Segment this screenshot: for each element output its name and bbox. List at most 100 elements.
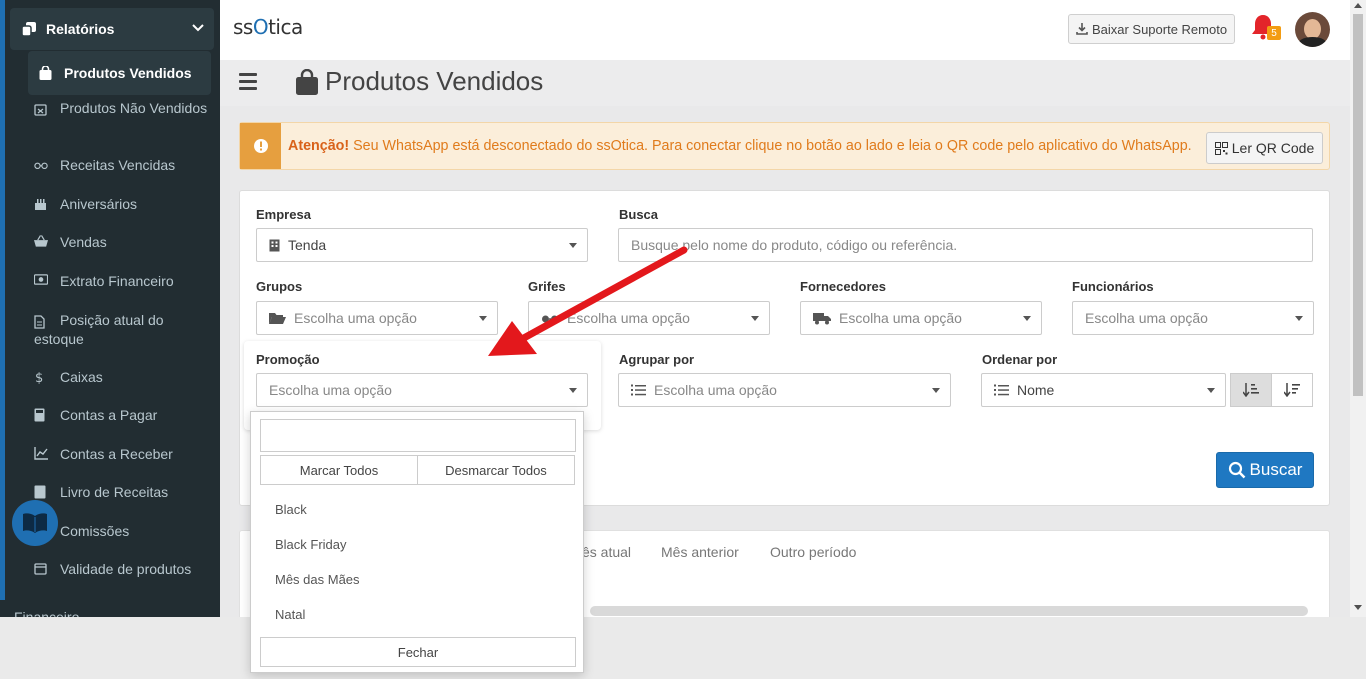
bottom-area bbox=[0, 617, 1366, 679]
qr-button-label: Ler QR Code bbox=[1231, 140, 1315, 156]
dropdown-option-natal[interactable]: Natal bbox=[275, 607, 305, 622]
search-input[interactable]: Busque pelo nome do produto, código ou r… bbox=[618, 228, 1313, 262]
file-icon bbox=[34, 315, 48, 329]
notifications-button[interactable]: 5 bbox=[1251, 14, 1281, 44]
ssotica-logo[interactable]: ssOtica bbox=[233, 15, 303, 39]
page-title-text: Produtos Vendidos bbox=[325, 66, 544, 96]
sidebar-item-contas-pagar[interactable]: Contas a Pagar bbox=[34, 406, 209, 425]
funcionarios-placeholder: Escolha uma opção bbox=[1085, 310, 1208, 326]
sidebar-item-label: Posição atual do estoque bbox=[34, 312, 164, 347]
caret-down-icon bbox=[1207, 388, 1215, 393]
list-ordered-icon bbox=[994, 384, 1009, 396]
copy-icon bbox=[22, 22, 38, 36]
ordenar-value: Nome bbox=[1017, 382, 1055, 398]
page-title: Produtos Vendidos bbox=[295, 66, 543, 97]
sidebar-item-vendas[interactable]: Vendas bbox=[34, 233, 209, 252]
agrupar-label: Agrupar por bbox=[619, 352, 695, 367]
promocao-label: Promoção bbox=[256, 352, 320, 367]
sidebar-item-validade-produtos[interactable]: Validade de produtos bbox=[34, 560, 209, 579]
sidebar-item-produtos-vendidos[interactable]: Produtos Vendidos bbox=[28, 51, 211, 95]
menu-toggle-icon[interactable] bbox=[239, 73, 257, 94]
sort-amount-down-icon bbox=[1242, 383, 1260, 397]
sidebar-section-label: Relatórios bbox=[46, 21, 115, 37]
caret-down-icon bbox=[1295, 316, 1303, 321]
sidebar-item-label: Extrato Financeiro bbox=[60, 273, 174, 289]
user-avatar[interactable] bbox=[1295, 12, 1330, 47]
empresa-select[interactable]: Tenda bbox=[256, 228, 588, 262]
agrupar-select[interactable]: Escolha uma opção bbox=[618, 373, 951, 407]
fornecedores-select[interactable]: Escolha uma opção bbox=[800, 301, 1042, 335]
grupos-placeholder: Escolha uma opção bbox=[294, 310, 417, 326]
sidebar-item-label: Produtos Vendidos bbox=[64, 65, 192, 81]
dropdown-option-black[interactable]: Black bbox=[275, 502, 307, 517]
tab-mes-anterior[interactable]: Mês anterior bbox=[661, 544, 739, 560]
caret-down-icon bbox=[751, 316, 759, 321]
dropdown-option-mes-das-maes[interactable]: Mês das Mães bbox=[275, 572, 360, 587]
deselect-all-button[interactable]: Desmarcar Todos bbox=[417, 455, 575, 485]
caret-down-icon bbox=[569, 243, 577, 248]
sidebar-item-contas-receber[interactable]: Contas a Receber bbox=[34, 445, 209, 464]
grupos-select[interactable]: Escolha uma opção bbox=[256, 301, 498, 335]
sidebar-item-label: Vendas bbox=[60, 234, 107, 250]
read-qr-code-button[interactable]: Ler QR Code bbox=[1206, 132, 1323, 164]
sidebar-item-label: Livro de Receitas bbox=[60, 484, 169, 500]
download-remote-support-button[interactable]: Baixar Suporte Remoto bbox=[1068, 14, 1235, 44]
tab-mes-atual[interactable]: ês atual bbox=[582, 544, 631, 560]
sidebar-item-aniversarios[interactable]: Aniversários bbox=[34, 195, 209, 214]
sidebar-item-receitas-vencidas[interactable]: Receitas Vencidas bbox=[34, 156, 209, 175]
calculator-icon bbox=[34, 408, 48, 422]
avatar-body bbox=[1298, 37, 1327, 47]
sidebar-section-financeiro[interactable]: Financeiro bbox=[14, 609, 79, 617]
tab-outro-periodo[interactable]: Outro período bbox=[770, 544, 856, 560]
dropdown-search-input[interactable] bbox=[260, 419, 576, 452]
promocao-placeholder: Escolha uma opção bbox=[269, 382, 392, 398]
sidebar-item-posicao-estoque[interactable]: Posição atual do estoque bbox=[34, 311, 209, 349]
dollar-icon: $ bbox=[34, 370, 48, 384]
help-chat-button[interactable] bbox=[12, 500, 58, 546]
exclamation-circle-icon bbox=[253, 138, 269, 154]
book-icon bbox=[34, 485, 48, 499]
sidebar-item-livro-receitas[interactable]: Livro de Receitas bbox=[34, 483, 209, 502]
money-icon bbox=[34, 274, 48, 288]
list-ordered-icon bbox=[631, 384, 646, 396]
sidebar-item-caixas[interactable]: $ Caixas bbox=[34, 368, 209, 387]
empresa-value: Tenda bbox=[288, 237, 327, 253]
search-button[interactable]: Buscar bbox=[1216, 452, 1314, 488]
sidebar-item-comissoes[interactable]: Comissões bbox=[34, 522, 209, 541]
sort-descending-button[interactable] bbox=[1271, 373, 1313, 407]
grifes-select[interactable]: Escolha uma opção bbox=[528, 301, 770, 335]
sidebar-section-relatorios[interactable]: Relatórios bbox=[10, 8, 214, 50]
fornecedores-label: Fornecedores bbox=[800, 279, 886, 294]
caret-down-icon bbox=[1023, 316, 1031, 321]
grifes-label: Grifes bbox=[528, 279, 566, 294]
page-scrollbar[interactable] bbox=[1350, 0, 1366, 617]
chevron-down-icon[interactable] bbox=[192, 21, 204, 37]
folder-open-icon bbox=[269, 312, 286, 325]
sort-ascending-button[interactable] bbox=[1230, 373, 1272, 407]
ordenar-select[interactable]: Nome bbox=[981, 373, 1226, 407]
svg-text:$: $ bbox=[35, 371, 43, 384]
calendar-icon bbox=[34, 562, 48, 576]
funcionarios-select[interactable]: Escolha uma opção bbox=[1072, 301, 1314, 335]
dropdown-option-black-friday[interactable]: Black Friday bbox=[275, 537, 347, 552]
scroll-up-arrow-icon[interactable] bbox=[1354, 3, 1362, 8]
promocao-select[interactable]: Escolha uma opção bbox=[256, 373, 588, 407]
sidebar-item-label: Contas a Pagar bbox=[60, 407, 158, 423]
scrollbar-thumb[interactable] bbox=[1353, 14, 1363, 396]
search-placeholder: Busque pelo nome do produto, código ou r… bbox=[631, 237, 958, 253]
glasses-icon bbox=[34, 158, 48, 172]
caret-down-icon bbox=[932, 388, 940, 393]
select-all-button[interactable]: Marcar Todos bbox=[260, 455, 418, 485]
building-icon bbox=[269, 239, 280, 252]
caret-down-icon bbox=[569, 388, 577, 393]
sidebar-item-produtos-nao-vendidos[interactable]: Produtos Não Vendidos bbox=[34, 99, 209, 118]
sidebar-item-label: Aniversários bbox=[60, 196, 138, 212]
scroll-down-arrow-icon[interactable] bbox=[1354, 605, 1362, 610]
avatar-face bbox=[1304, 19, 1321, 39]
chart-line-icon bbox=[34, 447, 48, 461]
busca-label: Busca bbox=[619, 207, 659, 222]
sidebar-item-extrato-financeiro[interactable]: Extrato Financeiro bbox=[34, 272, 209, 291]
alert-strong: Atenção! bbox=[288, 138, 350, 154]
sidebar-item-label: Validade de produtos bbox=[60, 561, 192, 577]
dropdown-close-button[interactable]: Fechar bbox=[260, 637, 576, 667]
